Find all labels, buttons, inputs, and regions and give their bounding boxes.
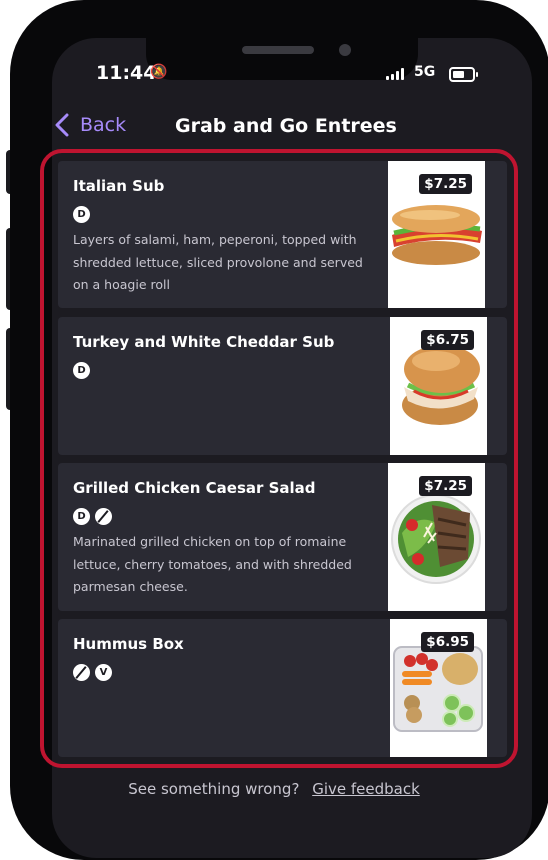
dairy-badge-icon: D [73, 362, 90, 379]
hummus-box-image: $6.95 [390, 619, 487, 757]
dietary-badges: D [73, 362, 373, 379]
price-tag: $7.25 [419, 174, 472, 194]
bell-muted-icon: 🔕 [150, 64, 168, 80]
network-type: 5G [414, 64, 436, 80]
menu-item-caesar-salad[interactable]: Grilled Chicken Caesar Salad D Marinated… [58, 463, 507, 611]
price-tag: $7.25 [419, 476, 472, 496]
dietary-badges: V [73, 664, 373, 681]
menu-item-italian-sub[interactable]: Italian Sub D Layers of salami, ham, pep… [58, 161, 507, 308]
status-bar: 11:44 🔕 5G [0, 62, 548, 88]
vegan-badge-icon: V [95, 664, 112, 681]
status-time: 11:44 [96, 62, 157, 84]
item-name: Turkey and White Cheddar Sub [73, 333, 335, 351]
chevron-left-icon [55, 113, 69, 137]
menu-item-hummus-box[interactable]: Hummus Box V $6.95 [58, 619, 507, 757]
caesar-salad-image: $7.25 [388, 463, 485, 611]
dietary-badges: D [73, 508, 373, 525]
front-camera [339, 44, 351, 56]
gluten-free-badge-icon [73, 664, 90, 681]
page-title: Grab and Go Entrees [175, 115, 397, 137]
back-button[interactable]: Back [52, 112, 126, 138]
price-tag: $6.95 [421, 632, 474, 652]
turkey-sub-image: $6.75 [390, 317, 487, 455]
price-tag: $6.75 [421, 330, 474, 350]
gluten-free-badge-icon [95, 508, 112, 525]
menu-item-turkey-sub[interactable]: Turkey and White Cheddar Sub D $6.75 [58, 317, 507, 455]
item-name: Hummus Box [73, 635, 184, 653]
item-name: Grilled Chicken Caesar Salad [73, 479, 316, 497]
feedback-footer: See something wrong? Give feedback [0, 780, 548, 798]
item-name: Italian Sub [73, 177, 165, 195]
battery-icon [449, 67, 478, 82]
item-description: Marinated grilled chicken on top of roma… [73, 534, 352, 594]
dairy-badge-icon: D [73, 508, 90, 525]
speaker [242, 46, 314, 54]
italian-sub-image: $7.25 [388, 161, 485, 308]
dairy-badge-icon: D [73, 206, 90, 223]
nav-bar: Back Grab and Go Entrees [52, 112, 522, 146]
feedback-prompt: See something wrong? [128, 780, 300, 798]
back-label: Back [80, 114, 127, 136]
dietary-badges: D [73, 206, 373, 223]
signal-icon [386, 68, 404, 80]
item-description: Layers of salami, ham, peperoni, topped … [73, 232, 363, 292]
give-feedback-link[interactable]: Give feedback [312, 780, 420, 798]
